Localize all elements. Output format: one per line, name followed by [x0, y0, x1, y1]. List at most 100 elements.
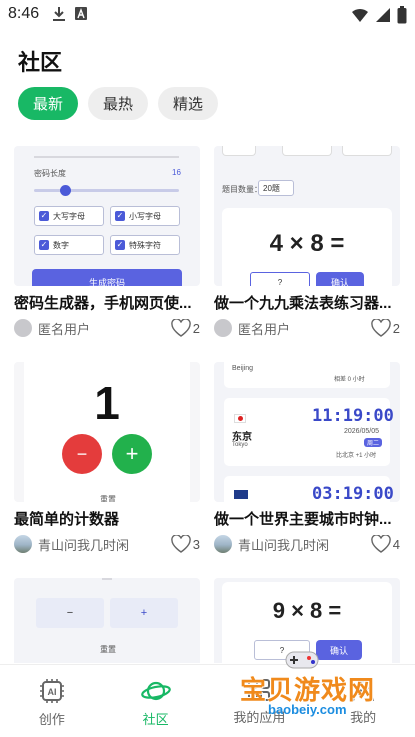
- thumb-option: ✓ 大写字母: [34, 206, 104, 226]
- thumb-confirm-button: 确认: [316, 640, 362, 660]
- profile-icon: [352, 680, 375, 702]
- download-icon: [53, 7, 65, 21]
- card-meta: 匿名用户 2: [14, 318, 200, 338]
- planet-icon: [140, 681, 171, 701]
- thumb-option: ✓ 数字: [34, 235, 104, 255]
- author-name: 青山问我几时闲: [38, 537, 130, 553]
- status-bar: 8:46: [0, 0, 415, 30]
- card-meta: 匿名用户 2: [214, 318, 400, 338]
- app-card[interactable]: 1 − + 重置 最简单的计数器 青山问我几时闲 3: [14, 362, 200, 554]
- signal-icon: [376, 8, 390, 22]
- tab-latest[interactable]: 最新: [18, 87, 79, 120]
- thumb-option: ✓ 特殊字符: [110, 235, 180, 255]
- thumb-increment-button: +: [112, 434, 152, 474]
- japan-flag-icon: [234, 414, 246, 423]
- card-title: 做一个九九乘法表练习器...: [214, 295, 392, 312]
- app-card[interactable]: 密码长度 16 ✓ 大写字母 ✓ 小写字母 ✓ 数字 ✓ 特殊字符 生成密码 密码生成器…: [14, 146, 200, 338]
- app-grid: 密码长度 16 ✓ 大写字母 ✓ 小写字母 ✓ 数字 ✓ 特殊字符 生成密码 密码生成器…: [0, 146, 415, 663]
- like-count: 2: [392, 320, 400, 336]
- battery-icon: [397, 6, 407, 24]
- ai-create-icon: AI: [39, 679, 64, 703]
- filter-tabs: 最新 最热 精选: [18, 87, 219, 120]
- svg-text:AI: AI: [47, 687, 56, 697]
- thumb-equation: 4 × 8 =: [269, 230, 345, 257]
- thumb-length-label: 密码长度: [34, 169, 66, 178]
- heart-icon: [170, 319, 191, 337]
- thumb-count-select: 20题: [258, 180, 294, 196]
- thumb-time-london: 03:19:00: [312, 484, 394, 502]
- heart-icon: [370, 535, 391, 553]
- avatar: [14, 319, 32, 337]
- app-thumbnail: 密码长度 16 ✓ 大写字母 ✓ 小写字母 ✓ 数字 ✓ 特殊字符 生成密码: [14, 146, 200, 286]
- app-card[interactable]: 9 × 8 = ? 确认: [214, 578, 400, 663]
- avatar: [214, 319, 232, 337]
- thumb-increment-button: +: [110, 598, 178, 628]
- thumb-option: ✓ 小写字母: [110, 206, 180, 226]
- app-thumbnail: − + 重置: [14, 578, 200, 663]
- avatar: [214, 535, 232, 553]
- like-button[interactable]: 4: [370, 535, 400, 553]
- app-card[interactable]: Beijing 相差 0 小时 东京 Tokyo 11:19:00 2026/0…: [214, 362, 400, 554]
- thumb-reset-label: 重置: [100, 645, 116, 654]
- thumb-time-tokyo: 11:19:00: [312, 406, 394, 426]
- wifi-icon: [352, 8, 368, 22]
- like-button[interactable]: 2: [370, 319, 400, 337]
- nav-label: 社区: [142, 712, 169, 727]
- nav-label: 我的应用: [233, 710, 286, 725]
- thumb-decrement-button: −: [62, 434, 102, 474]
- thumb-date: 2026/05/05: [344, 428, 380, 435]
- nav-item-community[interactable]: 社区: [104, 665, 208, 737]
- avatar: [14, 535, 32, 553]
- card-title: 密码生成器，手机网页使...: [14, 295, 192, 312]
- tab-featured[interactable]: 精选: [158, 87, 219, 120]
- thumb-top-city: Beijing: [232, 365, 254, 372]
- tab-hottest[interactable]: 最热: [88, 87, 149, 120]
- thumb-city-cn: 东京: [232, 432, 252, 443]
- thumb-decrement-button: −: [36, 598, 104, 628]
- card-title: 最简单的计数器: [14, 511, 120, 528]
- app-card[interactable]: 题目数量： 20题 4 × 8 = ? 确认 做一个九九乘法表练习器... 匿名…: [214, 146, 400, 338]
- nav-item-profile[interactable]: 我的: [311, 665, 415, 737]
- card-title: 做一个世界主要城市时钟...: [214, 511, 392, 528]
- heart-icon: [170, 535, 191, 553]
- like-button[interactable]: 3: [170, 535, 200, 553]
- bottom-nav: AI 创作 社区 我的应用 我的: [0, 664, 415, 737]
- nav-label: 创作: [38, 712, 65, 727]
- author-name: 青山问我几时闲: [238, 537, 330, 553]
- slider-handle: [60, 185, 71, 196]
- card-meta: 青山问我几时闲 4: [214, 534, 400, 554]
- page-title: 社区: [18, 50, 63, 75]
- apps-icon: [248, 679, 271, 701]
- app-thumbnail: 1 − + 重置: [14, 362, 200, 502]
- author-name: 匿名用户: [38, 321, 91, 337]
- thumb-top-note: 相差 0 小时: [334, 377, 365, 383]
- nav-item-my-apps[interactable]: 我的应用: [208, 665, 312, 737]
- like-count: 2: [192, 320, 200, 336]
- thumb-generate-button: 生成密码: [32, 269, 182, 286]
- thumb-count-label: 题目数量：: [222, 185, 262, 194]
- nav-label: 我的: [350, 710, 377, 725]
- thumb-equation: 9 × 8 =: [272, 598, 342, 623]
- thumb-answer-box: ?: [250, 272, 310, 286]
- nav-item-create[interactable]: AI 创作: [0, 665, 104, 737]
- app-thumbnail: 题目数量： 20题 4 × 8 = ? 确认: [214, 146, 400, 286]
- notification-a-icon: [75, 7, 87, 20]
- thumb-diff: 比北京 +1 小时: [336, 453, 377, 459]
- like-count: 3: [192, 536, 200, 552]
- thumb-counter-value: 1: [94, 377, 120, 429]
- thumb-reset-label: 重置: [100, 495, 116, 502]
- card-meta: 青山问我几时闲 3: [14, 534, 200, 554]
- author-name: 匿名用户: [238, 321, 291, 337]
- thumb-day-badge: 周二: [364, 438, 383, 447]
- thumb-city-en: Tokyo: [232, 442, 248, 448]
- status-time: 8:46: [8, 5, 40, 22]
- app-card[interactable]: − + 重置: [14, 578, 200, 663]
- app-thumbnail: 9 × 8 = ? 确认: [214, 578, 400, 663]
- uk-flag-icon: [234, 490, 248, 499]
- like-count: 4: [392, 536, 400, 552]
- thumb-confirm-button: 确认: [316, 272, 364, 286]
- like-button[interactable]: 2: [170, 319, 200, 337]
- thumb-answer-box: ?: [254, 640, 310, 660]
- heart-icon: [370, 319, 391, 337]
- thumb-length-value: 16: [172, 168, 181, 177]
